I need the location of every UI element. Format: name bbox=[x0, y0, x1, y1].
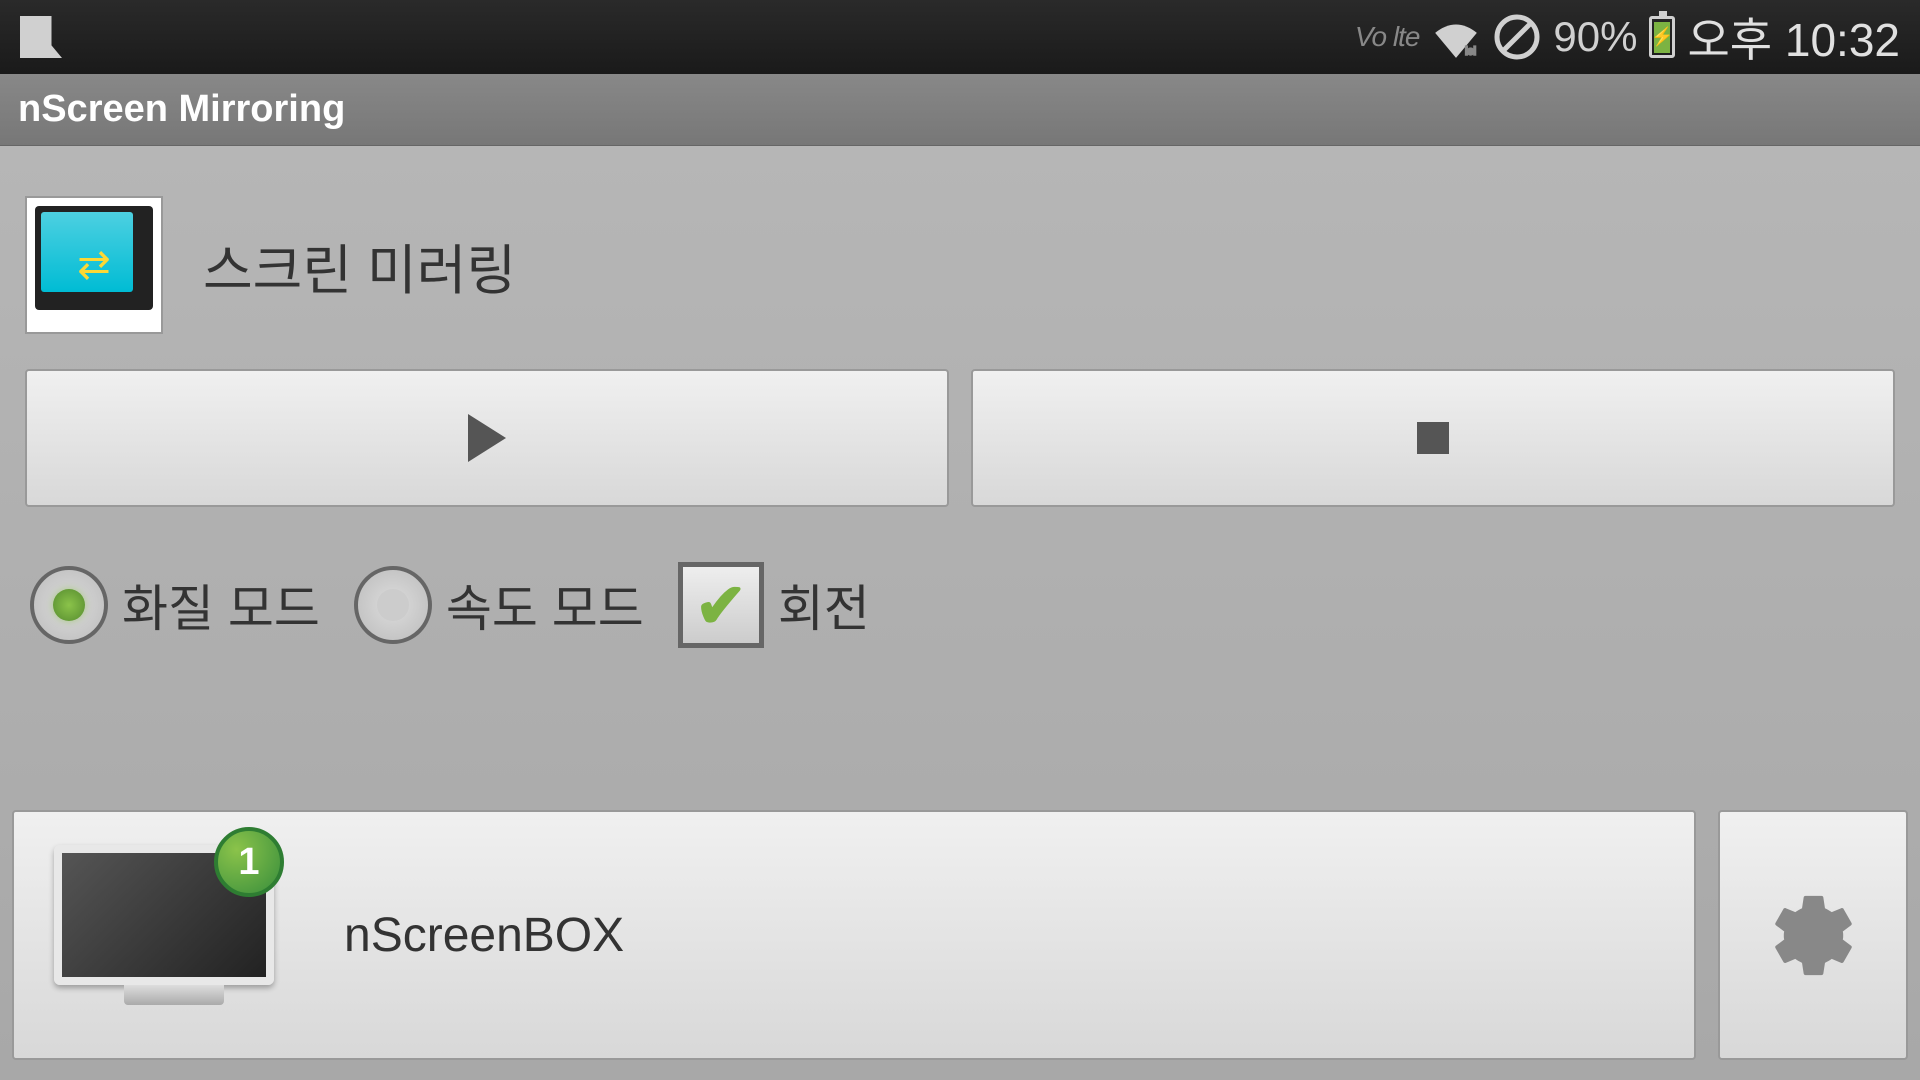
document-icon bbox=[20, 16, 62, 58]
device-card[interactable]: 1 nScreenBOX bbox=[12, 810, 1696, 1060]
device-row: 1 nScreenBOX bbox=[12, 810, 1908, 1060]
status-bar: Vo lte 90% ⚡ 오후 10:32 bbox=[0, 0, 1920, 74]
quality-mode-radio[interactable] bbox=[30, 566, 108, 644]
radio-dot-icon bbox=[377, 589, 409, 621]
app-icon: ⇄ bbox=[25, 196, 163, 334]
volte-indicator: Vo lte bbox=[1355, 21, 1420, 53]
wifi-icon bbox=[1431, 16, 1481, 58]
section-title: 스크린 미러링 bbox=[203, 226, 516, 305]
check-icon: ✔ bbox=[695, 569, 747, 642]
app-header: ⇄ 스크린 미러링 bbox=[25, 196, 1895, 334]
rotation-checkbox[interactable]: ✔ bbox=[678, 562, 764, 648]
clock-time: 오후 10:32 bbox=[1687, 4, 1900, 70]
app-title: nScreen Mirroring bbox=[18, 88, 1902, 131]
stop-icon bbox=[1417, 422, 1449, 454]
rotation-label: 회전 bbox=[778, 569, 870, 641]
blocked-icon bbox=[1493, 13, 1541, 61]
status-right: Vo lte 90% ⚡ 오후 10:32 bbox=[1355, 4, 1900, 70]
quality-mode-label: 화질 모드 bbox=[122, 569, 320, 641]
speed-mode-label: 속도 모드 bbox=[446, 569, 644, 641]
control-buttons bbox=[25, 369, 1895, 507]
device-name: nScreenBOX bbox=[344, 908, 624, 963]
speed-mode-radio[interactable] bbox=[354, 566, 432, 644]
app-title-bar: nScreen Mirroring bbox=[0, 74, 1920, 146]
stop-button[interactable] bbox=[971, 369, 1895, 507]
battery-percent: 90% bbox=[1553, 13, 1637, 61]
device-badge: 1 bbox=[214, 827, 284, 897]
play-button[interactable] bbox=[25, 369, 949, 507]
options-row: 화질 모드 속도 모드 ✔ 회전 bbox=[25, 562, 1895, 648]
main-content: ⇄ 스크린 미러링 화질 모드 속도 모드 ✔ 회전 bbox=[0, 146, 1920, 698]
battery-icon: ⚡ bbox=[1649, 16, 1675, 58]
radio-dot-selected-icon bbox=[53, 589, 85, 621]
settings-button[interactable] bbox=[1718, 810, 1908, 1060]
gear-icon bbox=[1766, 888, 1861, 983]
play-icon bbox=[468, 414, 506, 462]
status-left bbox=[20, 16, 62, 58]
monitor-icon: 1 bbox=[54, 845, 294, 1025]
